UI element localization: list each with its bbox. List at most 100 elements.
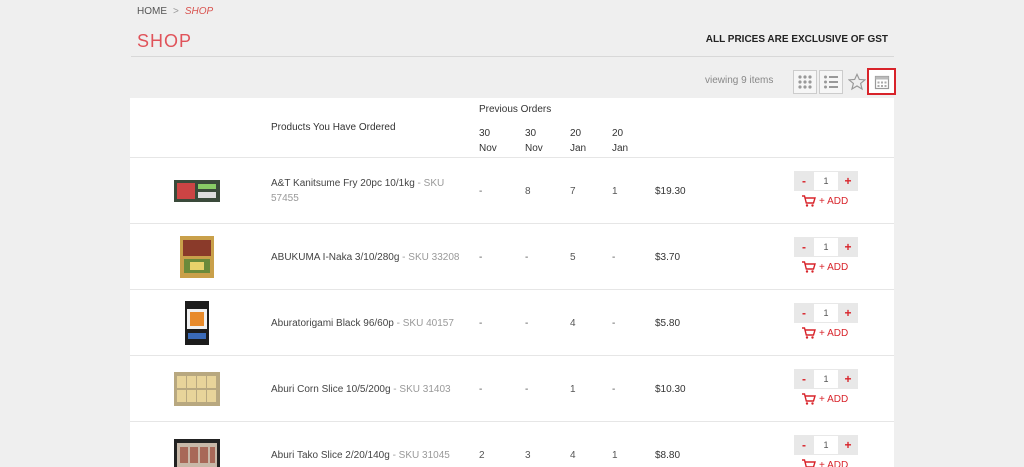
order-date-day: 30: [479, 128, 491, 139]
order-date-header: 30 Nov: [525, 126, 543, 156]
product-pack-image: [174, 372, 220, 406]
order-qty: 8: [525, 185, 531, 197]
quantity-input[interactable]: 1: [814, 369, 838, 389]
cart-icon: [802, 327, 816, 339]
product-title[interactable]: A&T Kanitsume Fry 20pc 10/1kg: [271, 178, 415, 189]
add-label: + ADD: [819, 327, 849, 339]
product-image[interactable]: [174, 372, 220, 406]
order-qty: -: [525, 383, 529, 395]
list-icon: [824, 75, 838, 89]
decrease-button[interactable]: -: [794, 303, 814, 323]
product-image[interactable]: [174, 301, 220, 345]
order-date-day: 30: [525, 128, 537, 139]
add-label: + ADD: [819, 393, 849, 405]
order-date-header: 20 Jan: [612, 126, 628, 156]
product-sku: - SKU 33208: [399, 251, 460, 263]
order-date-header: 20 Jan: [570, 126, 586, 156]
increase-button[interactable]: +: [838, 435, 858, 455]
order-qty: -: [525, 317, 529, 329]
quantity-input[interactable]: 1: [814, 171, 838, 191]
product-title[interactable]: Aburatorigami Black 96/60p: [271, 318, 394, 329]
order-qty: 4: [570, 317, 576, 329]
product-name[interactable]: A&T Kanitsume Fry 20pc 10/1kg - SKU 5745…: [271, 158, 471, 224]
add-to-cart-button[interactable]: + ADD: [802, 327, 848, 339]
add-to-cart-button[interactable]: + ADD: [802, 261, 848, 273]
order-qty: -: [612, 251, 616, 263]
order-date-month: Nov: [479, 143, 497, 154]
order-date-day: 20: [612, 128, 624, 139]
breadcrumb: HOME > SHOP: [137, 6, 213, 17]
product-title[interactable]: Aburi Tako Slice 2/20/140g: [271, 450, 390, 461]
quantity-input[interactable]: 1: [814, 303, 838, 323]
add-label: + ADD: [819, 261, 849, 273]
grid-icon: [798, 75, 812, 89]
quantity-input[interactable]: 1: [814, 237, 838, 257]
order-qty: -: [612, 317, 616, 329]
decrease-button[interactable]: -: [794, 369, 814, 389]
product-pack-image: [185, 301, 209, 345]
order-qty: 3: [525, 449, 531, 461]
title-divider: [131, 56, 894, 57]
product-image[interactable]: [174, 174, 220, 208]
quantity-stepper: - 1 +: [794, 171, 858, 191]
product-price: $8.80: [655, 449, 681, 461]
order-date-month: Nov: [525, 143, 543, 154]
product-name[interactable]: Aburi Tako Slice 2/20/140g - SKU 31045: [271, 422, 471, 467]
increase-button[interactable]: +: [838, 303, 858, 323]
list-view-button[interactable]: [819, 70, 843, 94]
product-sku: - SKU 31403: [390, 383, 451, 395]
product-title[interactable]: Aburi Corn Slice 10/5/200g: [271, 384, 391, 395]
add-label: + ADD: [819, 195, 849, 207]
order-date-month: Jan: [612, 143, 629, 154]
table-row: Aburatorigami Black 96/60p - SKU 40157 -…: [130, 289, 894, 355]
quantity-input[interactable]: 1: [814, 435, 838, 455]
order-qty: -: [612, 383, 616, 395]
order-qty: 2: [479, 449, 485, 461]
add-to-cart-button[interactable]: + ADD: [802, 459, 848, 467]
cart-icon: [802, 261, 816, 273]
breadcrumb-separator: >: [173, 6, 179, 17]
order-qty: 1: [612, 449, 618, 461]
decrease-button[interactable]: -: [794, 435, 814, 455]
product-price: $19.30: [655, 185, 686, 197]
add-to-cart-button[interactable]: + ADD: [802, 195, 848, 207]
item-count: viewing 9 items: [705, 75, 774, 86]
grid-view-button[interactable]: [793, 70, 817, 94]
product-sku: - SKU 31045: [389, 449, 450, 461]
favourites-view-button[interactable]: [845, 70, 869, 94]
order-date-day: 20: [570, 128, 582, 139]
add-to-cart-button[interactable]: + ADD: [802, 393, 848, 405]
cart-icon: [802, 459, 816, 467]
product-price: $10.30: [655, 383, 686, 395]
product-pack-image: [174, 180, 220, 202]
order-qty: 7: [570, 185, 576, 197]
previous-orders-table: Products You Have Ordered Previous Order…: [130, 98, 894, 467]
decrease-button[interactable]: -: [794, 171, 814, 191]
order-qty: -: [479, 185, 483, 197]
products-column-header: Products You Have Ordered: [271, 122, 396, 133]
cart-icon: [802, 195, 816, 207]
increase-button[interactable]: +: [838, 369, 858, 389]
product-name[interactable]: ABUKUMA I-Naka 3/10/280g - SKU 33208: [271, 224, 471, 290]
previous-orders-view-button[interactable]: [867, 68, 896, 95]
product-pack-image: [174, 439, 220, 467]
product-image[interactable]: [174, 438, 220, 467]
order-date-header: 30 Nov: [479, 126, 497, 156]
product-price: $5.80: [655, 317, 681, 329]
order-qty: 5: [570, 251, 576, 263]
quantity-stepper: - 1 +: [794, 435, 858, 455]
increase-button[interactable]: +: [838, 171, 858, 191]
page-title: SHOP: [137, 31, 193, 51]
order-qty: -: [479, 251, 483, 263]
table-row: Aburi Tako Slice 2/20/140g - SKU 31045 2…: [130, 421, 894, 467]
order-qty: 4: [570, 449, 576, 461]
decrease-button[interactable]: -: [794, 237, 814, 257]
product-name[interactable]: Aburi Corn Slice 10/5/200g - SKU 31403: [271, 356, 471, 422]
product-name[interactable]: Aburatorigami Black 96/60p - SKU 40157: [271, 290, 471, 356]
previous-orders-header: Previous Orders: [479, 104, 552, 115]
increase-button[interactable]: +: [838, 237, 858, 257]
product-image[interactable]: [174, 236, 220, 278]
order-date-month: Jan: [570, 143, 587, 154]
product-title[interactable]: ABUKUMA I-Naka 3/10/280g: [271, 252, 399, 263]
breadcrumb-home[interactable]: HOME: [137, 6, 167, 17]
